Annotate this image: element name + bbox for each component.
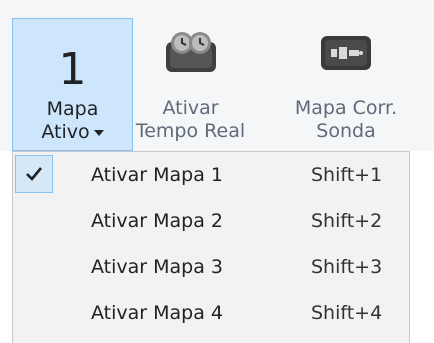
probe-map-label-line2: Sonda (316, 120, 376, 142)
menu-item-activate-map-1[interactable]: Ativar Mapa 1 Shift+1 (13, 152, 409, 198)
menu-item-shortcut: Shift+3 (311, 256, 383, 278)
activate-realtime-button[interactable]: Ativar Tempo Real (133, 18, 248, 151)
probe-correction-map-button[interactable]: Mapa Corr. Sonda (282, 18, 410, 151)
active-map-label-line1: Mapa (46, 98, 99, 120)
menu-item-label: Ativar Mapa 1 (91, 164, 223, 186)
menu-item-label: Ativar Mapa 2 (91, 210, 223, 232)
menu-item-shortcut: Shift+1 (311, 164, 383, 186)
active-map-dropdown-button[interactable]: 1 Mapa Ativo (12, 18, 133, 151)
ribbon: 1 Mapa Ativo Ativar Tempo Real Mapa Corr… (0, 0, 434, 151)
menu-item-shortcut: Shift+2 (311, 210, 383, 232)
chevron-down-icon (93, 129, 104, 136)
menu-item-activate-map-4[interactable]: Ativar Mapa 4 Shift+4 (13, 290, 409, 336)
menu-item-label: Ativar Mapa 4 (91, 302, 223, 324)
menu-item-activate-map-2[interactable]: Ativar Mapa 2 Shift+2 (13, 198, 409, 244)
checkmark-icon (26, 167, 43, 181)
active-map-label-line2-wrap: Ativo (13, 121, 132, 144)
realtime-label-line2: Tempo Real (135, 120, 246, 142)
active-map-number: 1 (58, 44, 87, 95)
menu-item-label: Ativar Mapa 3 (91, 256, 223, 278)
realtime-label-line1: Ativar (162, 97, 219, 119)
checked-indicator (15, 155, 53, 193)
active-map-label-line2: Ativo (41, 121, 90, 143)
probe-map-label-line1: Mapa Corr. (294, 97, 398, 119)
active-map-menu: Ativar Mapa 1 Shift+1 Ativar Mapa 2 Shif… (12, 151, 410, 343)
menu-item-shortcut: Shift+4 (311, 302, 383, 324)
probe-module-icon (317, 30, 375, 78)
ecu-clock-icon (162, 30, 220, 78)
menu-item-activate-map-3[interactable]: Ativar Mapa 3 Shift+3 (13, 244, 409, 290)
